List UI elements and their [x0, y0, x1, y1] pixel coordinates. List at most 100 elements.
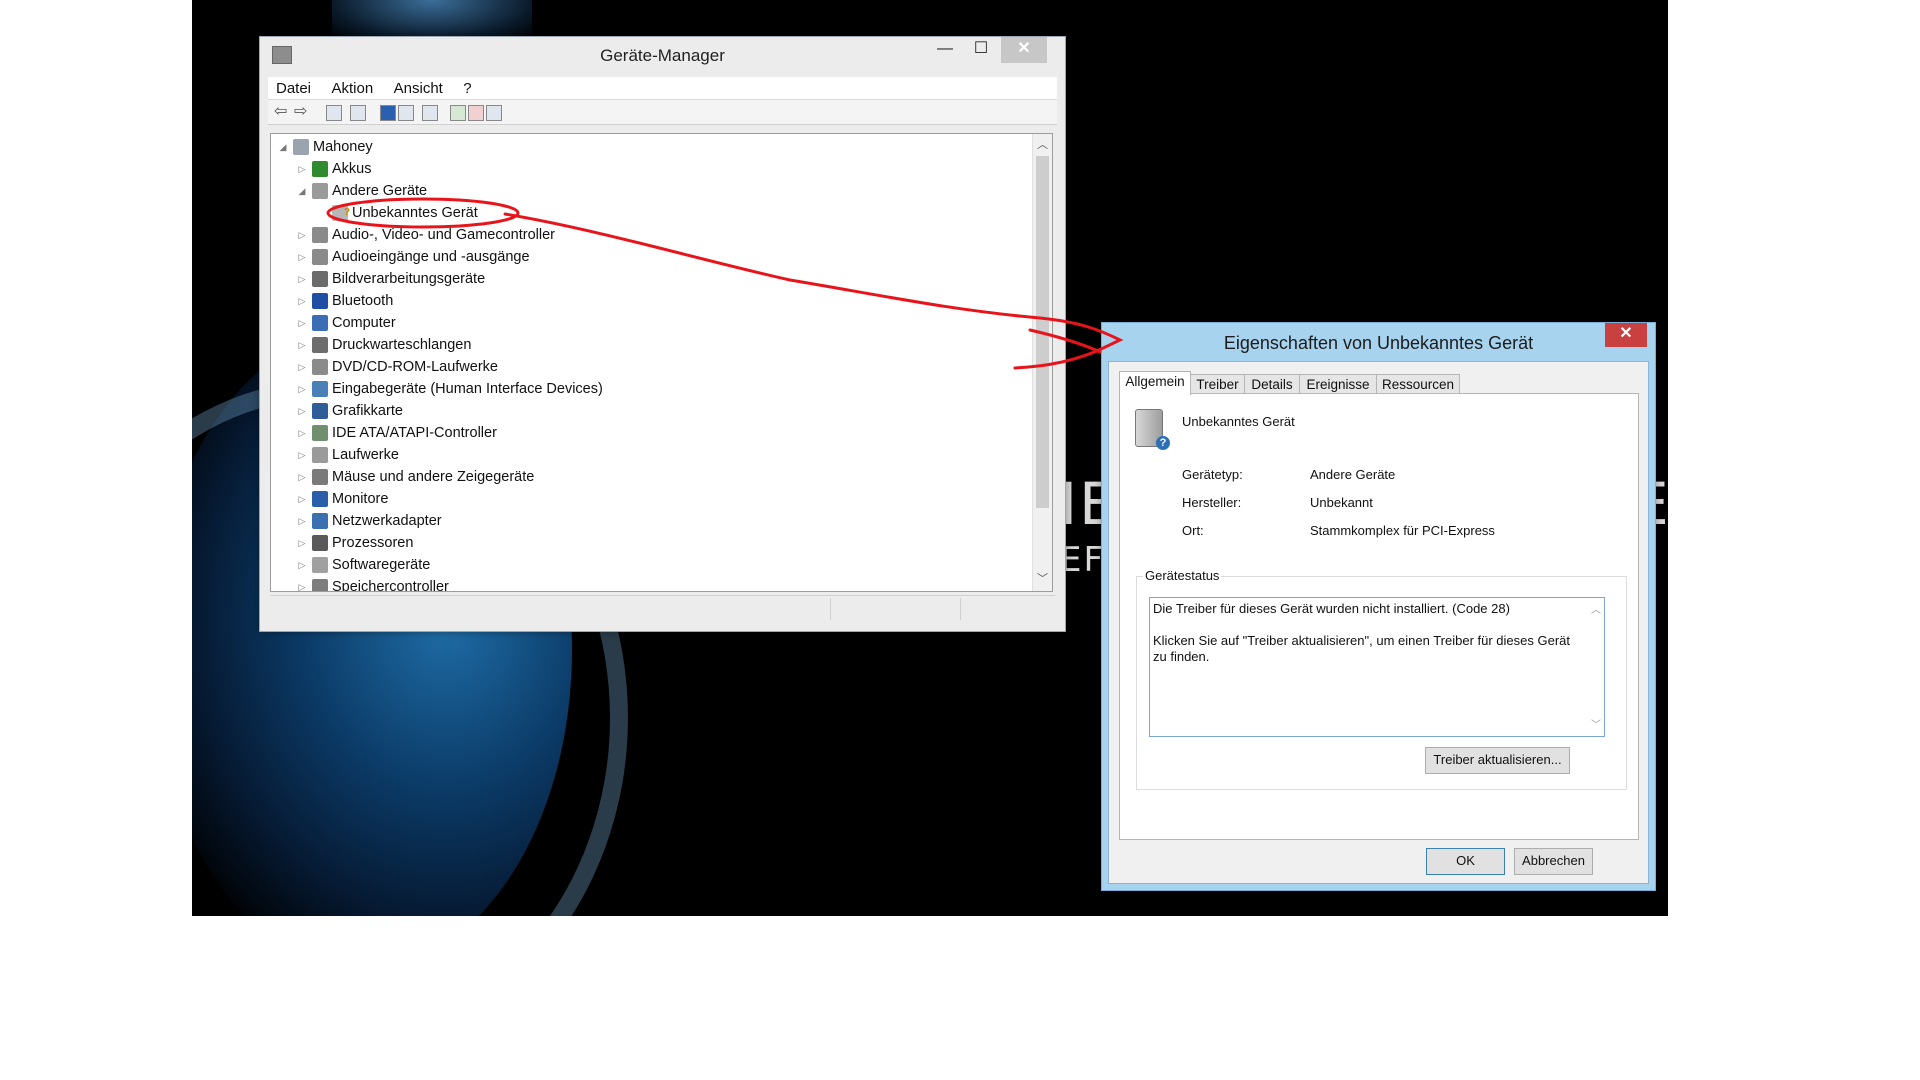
- scroll-down-icon[interactable]: ﹀: [1591, 716, 1601, 731]
- tree-item-label: Audio-, Video- und Gamecontroller: [332, 227, 555, 243]
- field-value-hersteller: Unbekannt: [1310, 495, 1373, 510]
- field-value-geraetetyp: Andere Geräte: [1310, 467, 1396, 482]
- device-category-icon: [312, 513, 328, 529]
- field-label-ort: Ort:: [1182, 523, 1204, 538]
- expand-icon[interactable]: ▷: [297, 378, 307, 400]
- expand-icon[interactable]: ▷: [297, 246, 307, 268]
- expand-icon[interactable]: ▷: [297, 444, 307, 466]
- back-arrow-icon[interactable]: ⇦: [274, 101, 288, 120]
- tab-ereignisse[interactable]: Ereignisse: [1299, 374, 1377, 394]
- help-icon[interactable]: [380, 105, 396, 121]
- cancel-button[interactable]: Abbrechen: [1514, 848, 1593, 875]
- tree-item-label: Mäuse und andere Zeigegeräte: [332, 469, 535, 485]
- collapse-icon[interactable]: ◢: [278, 136, 288, 158]
- dialog-title-bar[interactable]: Eigenschaften von Unbekanntes Gerät ✕: [1102, 323, 1655, 359]
- uninstall-device-icon[interactable]: [468, 105, 484, 121]
- device-category-icon: [312, 469, 328, 485]
- field-value-ort: Stammkomplex für PCI-Express: [1310, 523, 1495, 538]
- dialog-body: Allgemein Treiber Details Ereignisse Res…: [1108, 361, 1649, 884]
- expand-icon[interactable]: ▷: [297, 510, 307, 532]
- tree-item-label: Prozessoren: [332, 535, 414, 551]
- unknown-device-icon: [332, 202, 350, 224]
- background-glow-top: [332, 0, 532, 40]
- expand-icon[interactable]: ▷: [297, 488, 307, 510]
- device-category-icon: [312, 183, 328, 199]
- show-hide-console-tree-icon[interactable]: [326, 105, 342, 121]
- menu-datei[interactable]: Datei: [268, 77, 319, 99]
- expand-icon[interactable]: ▷: [297, 422, 307, 444]
- tab-treiber[interactable]: Treiber: [1190, 374, 1245, 394]
- tree-item-label: Netzwerkadapter: [332, 513, 442, 529]
- update-driver-icon[interactable]: [450, 105, 466, 121]
- expand-icon[interactable]: ▷: [297, 532, 307, 554]
- minimize-button[interactable]: —: [928, 37, 962, 63]
- expand-icon[interactable]: ▷: [297, 224, 307, 246]
- collapse-icon[interactable]: ◢: [297, 180, 307, 202]
- status-segment: [960, 598, 1051, 620]
- device-category-icon: [312, 315, 328, 331]
- expand-icon[interactable]: ▷: [297, 554, 307, 576]
- tab-ressourcen[interactable]: Ressourcen: [1376, 374, 1460, 394]
- expand-icon[interactable]: ▷: [297, 290, 307, 312]
- tree-item-label: Akkus: [332, 161, 372, 177]
- dialog-title: Eigenschaften von Unbekanntes Gerät: [1223, 333, 1534, 353]
- expand-icon[interactable]: ▷: [297, 466, 307, 488]
- scroll-down-icon[interactable]: ﹀: [1033, 570, 1052, 586]
- enable-device-icon[interactable]: [486, 105, 502, 121]
- field-label-hersteller: Hersteller:: [1182, 495, 1242, 510]
- forward-arrow-icon[interactable]: ⇨: [294, 101, 308, 120]
- tree-item-label: Laufwerke: [332, 447, 399, 463]
- status-scrollbar[interactable]: ︿ ﹀: [1588, 598, 1604, 736]
- device-category-icon: [312, 337, 328, 353]
- ok-button[interactable]: OK: [1426, 848, 1505, 875]
- expand-icon[interactable]: ▷: [297, 158, 307, 180]
- device-category-icon: [312, 227, 328, 243]
- device-name: Unbekanntes Gerät: [1182, 414, 1295, 429]
- device-category-icon: [312, 271, 328, 287]
- scroll-up-icon[interactable]: ︿: [1591, 601, 1601, 616]
- expand-icon[interactable]: ▷: [297, 312, 307, 334]
- title-bar[interactable]: Geräte-Manager — ☐ ✕: [260, 37, 1065, 71]
- menu-ansicht[interactable]: Ansicht: [386, 77, 451, 99]
- scroll-up-icon[interactable]: ︿: [1033, 136, 1052, 152]
- tree-item-label: Bluetooth: [332, 293, 394, 309]
- device-tree: ◢ Mahoney ▷ Akkus ◢ Andere Geräte Unbekannte…: [270, 133, 1053, 592]
- status-segment: [830, 598, 961, 620]
- scroll-thumb[interactable]: [1036, 156, 1049, 508]
- device-manager-window: Geräte-Manager — ☐ ✕ Datei Aktion Ansich…: [259, 36, 1066, 632]
- device-category-icon: [312, 579, 328, 591]
- menu-aktion[interactable]: Aktion: [323, 77, 381, 99]
- expand-icon[interactable]: ▷: [297, 576, 307, 591]
- device-category-icon: [312, 359, 328, 375]
- general-tab-page: Unbekanntes Gerät Gerätetyp: Andere Gerä…: [1119, 393, 1639, 840]
- device-status-textbox[interactable]: Die Treiber für dieses Gerät wurden nich…: [1149, 597, 1605, 737]
- update-driver-button[interactable]: Treiber aktualisieren...: [1425, 747, 1570, 774]
- tree-item-label: Audioeingänge und -ausgänge: [332, 249, 530, 265]
- close-button[interactable]: ✕: [1001, 37, 1047, 63]
- device-category-icon: [312, 535, 328, 551]
- expand-icon[interactable]: ▷: [297, 356, 307, 378]
- maximize-button[interactable]: ☐: [964, 37, 998, 63]
- tree-item-label: Monitore: [332, 491, 389, 507]
- device-status-group: Gerätestatus Die Treiber für dieses Gerä…: [1136, 568, 1627, 790]
- view-icon[interactable]: [398, 105, 414, 121]
- tree-item-label: Computer: [332, 315, 396, 331]
- tab-allgemein[interactable]: Allgemein: [1119, 371, 1191, 395]
- tree-item-label: DVD/CD-ROM-Laufwerke: [332, 359, 498, 375]
- dialog-close-button[interactable]: ✕: [1605, 323, 1647, 347]
- computer-icon: [293, 139, 309, 155]
- expand-icon[interactable]: ▷: [297, 334, 307, 356]
- vertical-scrollbar[interactable]: ︿ ﹀: [1032, 134, 1052, 591]
- scan-hardware-icon[interactable]: [422, 105, 438, 121]
- properties-dialog: Eigenschaften von Unbekanntes Gerät ✕ Al…: [1101, 322, 1656, 891]
- properties-icon[interactable]: [350, 105, 366, 121]
- status-bar: [270, 595, 1055, 622]
- tab-details[interactable]: Details: [1244, 374, 1300, 394]
- expand-icon[interactable]: ▷: [297, 268, 307, 290]
- status-line-2: Klicken Sie auf "Treiber aktualisieren",…: [1153, 633, 1570, 664]
- expand-icon[interactable]: ▷: [297, 400, 307, 422]
- toolbar: ⇦ ⇨: [268, 100, 1057, 125]
- menu-help[interactable]: ?: [455, 77, 479, 99]
- device-category-icon: [312, 557, 328, 573]
- tree-item-label: Andere Geräte: [332, 183, 428, 199]
